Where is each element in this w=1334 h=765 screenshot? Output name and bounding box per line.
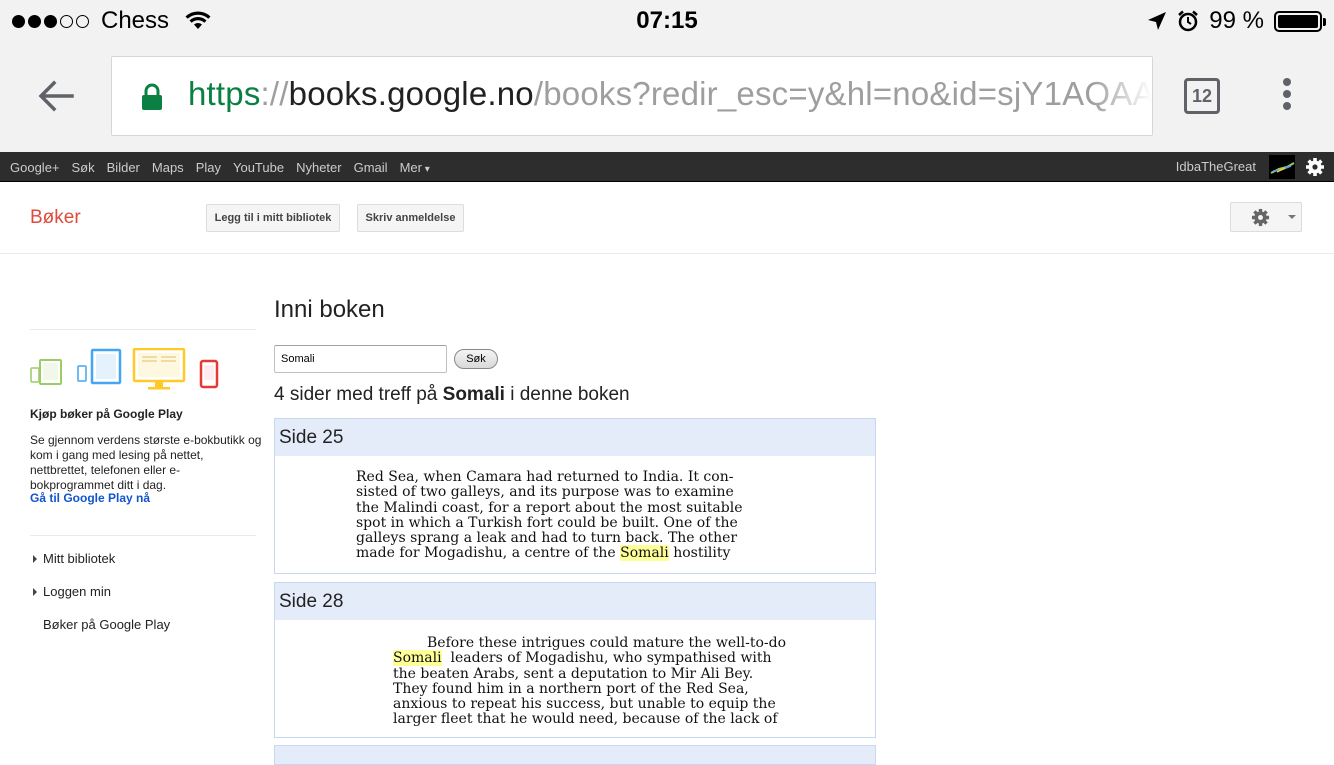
snippet-line: Before these intrigues could mature the … bbox=[427, 635, 787, 651]
alarm-icon bbox=[1178, 10, 1199, 32]
status-bar: Chess 07:15 99 % bbox=[0, 0, 1334, 40]
back-arrow-icon[interactable] bbox=[36, 76, 76, 116]
books-header: Bøker Legg til i mitt bibliotek Skriv an… bbox=[0, 182, 1334, 254]
snippet-line: Red Sea, when Camara had returned to Ind… bbox=[356, 469, 734, 485]
snippet-line: They found him in a northern port of the… bbox=[393, 680, 749, 697]
gbar-link-mer[interactable]: Mer bbox=[400, 160, 430, 175]
gbar-link-gmail[interactable]: Gmail bbox=[354, 160, 388, 175]
snippet-line: galleys sprang a leak and had to turn ba… bbox=[356, 530, 738, 547]
battery-icon bbox=[1274, 10, 1326, 32]
page-title: Inni boken bbox=[274, 296, 385, 323]
hits-prefix: 4 sider med treff på bbox=[274, 384, 438, 405]
snippet-line: made for Mogadishu, a centre of the Soma… bbox=[356, 545, 731, 562]
battery-percent: 99 % bbox=[1209, 7, 1264, 34]
location-arrow-icon bbox=[1148, 12, 1167, 30]
play-promo-title: Kjøp bøker på Google Play bbox=[30, 407, 183, 421]
search-result[interactable]: Side 28 Before these intrigues could mat… bbox=[274, 582, 876, 738]
gbar-link-play[interactable]: Play bbox=[196, 160, 221, 175]
avatar[interactable] bbox=[1269, 155, 1295, 179]
url-host: books.google.no bbox=[288, 75, 534, 112]
snippet-line: larger fleet that he would need, because… bbox=[393, 711, 778, 728]
sidebar-item-my-library[interactable]: Mitt bibliotek bbox=[30, 551, 115, 566]
gbar-link-bilder[interactable]: Bilder bbox=[107, 160, 140, 175]
google-bar-links: Google+ Søk Bilder Maps Play YouTube Nyh… bbox=[10, 152, 442, 182]
gbar-link-youtube[interactable]: YouTube bbox=[233, 160, 284, 175]
search-highlight: Somali bbox=[393, 650, 442, 667]
url-fade bbox=[1092, 57, 1152, 135]
gbar-link-maps[interactable]: Maps bbox=[152, 160, 184, 175]
gbar-gear-icon[interactable] bbox=[1305, 157, 1325, 177]
status-right-group: 99 % bbox=[1147, 7, 1326, 35]
sidebar-item-my-history[interactable]: Loggen min bbox=[30, 584, 111, 599]
results-summary: 4 sider med treff på Somali i denne boke… bbox=[274, 384, 630, 406]
play-promo-description: Se gjennom verdens største e-bokbutikk o… bbox=[30, 433, 262, 492]
browser-toolbar: https://books.google.no/books?redir_esc=… bbox=[0, 40, 1334, 152]
hits-suffix: i denne boken bbox=[510, 384, 630, 405]
search-highlight: Somali bbox=[620, 545, 669, 562]
caret-right-icon bbox=[33, 555, 37, 564]
url-scheme: https bbox=[188, 75, 261, 112]
go-to-google-play-link[interactable]: Gå til Google Play nå bbox=[30, 491, 150, 505]
divider bbox=[30, 329, 256, 330]
sidebar-item-label: Loggen min bbox=[43, 584, 111, 599]
sidebar-item-label: Mitt bibliotek bbox=[43, 551, 116, 566]
chevron-down-icon bbox=[1288, 215, 1296, 219]
books-logo[interactable]: Bøker bbox=[30, 207, 81, 229]
caret-right-icon bbox=[33, 588, 37, 597]
tab-switcher-button[interactable]: 12 bbox=[1184, 78, 1220, 114]
gbar-link-sok[interactable]: Søk bbox=[72, 160, 95, 175]
snippet-line: the beaten Arabs, sent a deputation to M… bbox=[393, 665, 754, 682]
lock-icon bbox=[142, 83, 162, 110]
url-path: /books?redir_esc=y&hl=no&id=sjY1AQAAIA bbox=[533, 75, 1153, 112]
address-bar[interactable]: https://books.google.no/books?redir_esc=… bbox=[111, 56, 1153, 136]
settings-gear-icon bbox=[1251, 208, 1270, 227]
snippet-line: the Malindi coast, for a report about th… bbox=[356, 499, 743, 516]
search-result[interactable] bbox=[274, 745, 876, 765]
url-text: https://books.google.no/books?redir_esc=… bbox=[188, 75, 1153, 113]
search-input[interactable] bbox=[274, 345, 447, 373]
clock: 07:15 bbox=[636, 7, 698, 34]
search-result[interactable]: Side 25 Red Sea, when Camara had returne… bbox=[274, 418, 876, 574]
settings-button[interactable] bbox=[1230, 202, 1302, 232]
snippet-line: Somali leaders of Mogadishu, who sympath… bbox=[393, 650, 772, 667]
google-bar: Google+ Søk Bilder Maps Play YouTube Nyh… bbox=[0, 152, 1334, 182]
result-snippet: Before these intrigues could mature the … bbox=[393, 635, 787, 728]
write-review-button[interactable]: Skriv anmeldelse bbox=[357, 204, 464, 232]
snippet-line: anxious to repeat his success, but unabl… bbox=[393, 696, 776, 713]
sidebar-item-books-on-play[interactable]: Bøker på Google Play bbox=[30, 617, 170, 632]
hits-term: Somali bbox=[442, 384, 505, 405]
search-button[interactable]: Søk bbox=[454, 349, 498, 369]
divider bbox=[30, 535, 256, 536]
gbar-link-nyheter[interactable]: Nyheter bbox=[296, 160, 342, 175]
snippet-line: spot in which a Turkish fort could be bu… bbox=[356, 514, 738, 531]
more-menu-icon[interactable] bbox=[1280, 78, 1294, 118]
result-page-label[interactable]: Side 25 bbox=[275, 419, 875, 456]
devices-illustration-icon bbox=[30, 348, 219, 390]
result-snippet: Red Sea, when Camara had returned to Ind… bbox=[356, 469, 743, 562]
result-page-label[interactable]: Side 28 bbox=[275, 583, 875, 620]
snippet-line: sisted of two galleys, and its purpose w… bbox=[356, 484, 734, 501]
add-to-library-button[interactable]: Legg til i mitt bibliotek bbox=[206, 204, 340, 232]
url-separator: :// bbox=[260, 75, 289, 112]
gbar-username[interactable]: IdbaTheGreat bbox=[1176, 152, 1256, 182]
gbar-link-googleplus[interactable]: Google+ bbox=[10, 160, 60, 175]
